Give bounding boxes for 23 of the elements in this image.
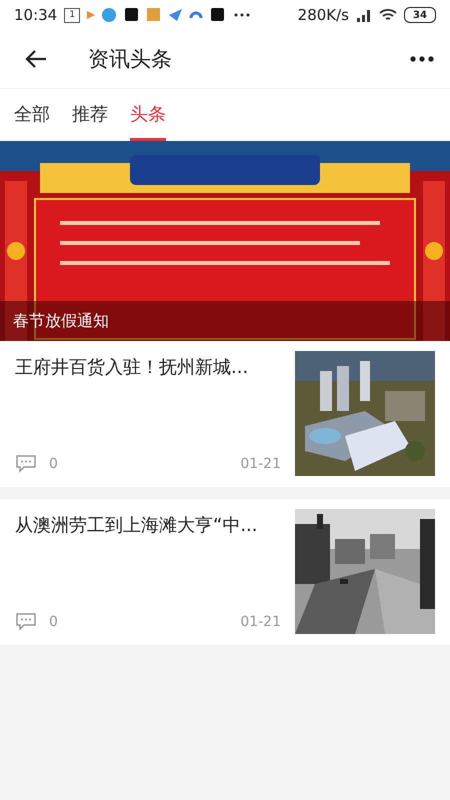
network-speed: 280K/s bbox=[298, 6, 349, 24]
wifi-icon bbox=[379, 8, 397, 22]
notification-badge: 1 bbox=[64, 8, 80, 22]
page-title: 资讯头条 bbox=[88, 46, 173, 73]
article-card[interactable]: 从澳洲劳工到上海滩大亨“中... 0 01-21 bbox=[0, 499, 450, 645]
article-date: 01-21 bbox=[240, 456, 281, 472]
banner-caption: 春节放假通知 bbox=[13, 310, 109, 332]
category-tab[interactable]: 全部 bbox=[14, 89, 50, 141]
battery-indicator: 34 bbox=[404, 7, 436, 23]
status-time: 10:34 bbox=[14, 6, 58, 24]
article-title: 从澳洲劳工到上海滩大亨“中... bbox=[15, 514, 258, 537]
comment-icon bbox=[15, 454, 37, 473]
more-icon bbox=[410, 56, 434, 62]
comment-count: 0 bbox=[49, 456, 58, 472]
comment-count: 0 bbox=[49, 614, 58, 630]
more-notifications-icon bbox=[234, 13, 250, 17]
article-card[interactable]: 王府井百货入驻！抚州新城... 0 01-21 bbox=[0, 341, 450, 487]
article-title: 王府井百货入驻！抚州新城... bbox=[15, 356, 250, 379]
comment-icon bbox=[15, 612, 37, 631]
back-arrow-icon bbox=[24, 49, 48, 69]
signal-icon bbox=[356, 8, 372, 22]
category-tab[interactable]: 推荐 bbox=[72, 89, 108, 141]
article-date: 01-21 bbox=[240, 614, 281, 630]
